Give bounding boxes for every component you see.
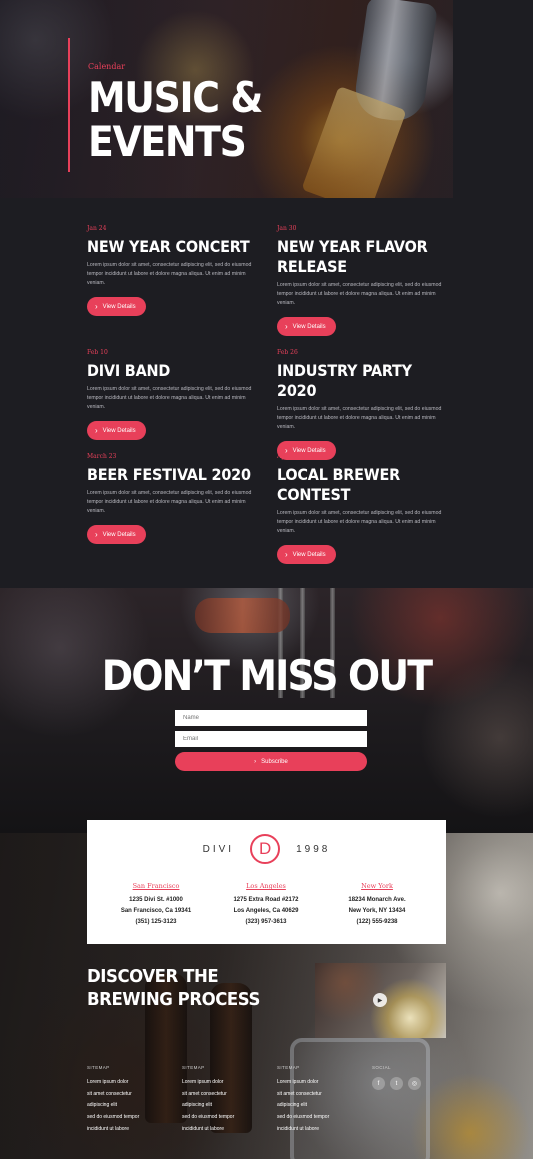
event-title: INDUSTRY PARTY 2020 bbox=[277, 361, 412, 400]
event-title: LOCAL BREWER CONTEST bbox=[277, 465, 401, 504]
event-description: Lorem ipsum dolor sit amet, consectetur … bbox=[87, 490, 252, 514]
footer-social-column: SOCIAL f t ◎ bbox=[372, 1065, 462, 1090]
subscribe-title: DON’T MISS OUT bbox=[101, 651, 433, 700]
brand-year: 1998 bbox=[296, 843, 331, 855]
chevron-right-icon: › bbox=[285, 549, 288, 559]
event-title: DIVI BAND bbox=[87, 361, 171, 380]
footer-heading: SOCIAL bbox=[372, 1065, 391, 1070]
brewing-video[interactable]: ▶ bbox=[315, 963, 446, 1038]
footer-link[interactable]: sed do eiusmod tempor bbox=[87, 1112, 177, 1124]
event-description: Lorem ipsum dolor sit amet, consectetur … bbox=[277, 510, 442, 534]
event-date: Feb 10 bbox=[87, 349, 108, 356]
divi-logo-icon: D bbox=[250, 834, 281, 864]
chevron-right-icon: › bbox=[254, 758, 257, 765]
instagram-icon[interactable]: ◎ bbox=[408, 1077, 421, 1090]
brand-name: DIVI bbox=[202, 843, 235, 855]
event-card: April 2 LOCAL BREWER CONTEST Lorem ipsum… bbox=[277, 453, 447, 564]
hero-eyebrow: Calendar bbox=[88, 62, 126, 71]
view-details-button[interactable]: › View Details bbox=[277, 317, 336, 336]
chevron-right-icon: › bbox=[285, 321, 288, 331]
beer-tap-image bbox=[195, 598, 290, 633]
event-title: NEW YEAR FLAVOR RELEASE bbox=[277, 237, 428, 276]
brand-header: DIVI D 1998 bbox=[87, 834, 446, 864]
footer-link[interactable]: sit amet consectetur bbox=[87, 1089, 177, 1101]
location-block: New York 18234 Monarch Ave. New York, NY… bbox=[317, 882, 437, 925]
event-card: Feb 26 INDUSTRY PARTY 2020 Lorem ipsum d… bbox=[277, 349, 447, 460]
location-street: 18234 Monarch Ave. bbox=[348, 897, 406, 903]
footer-link[interactable]: sit amet consectetur bbox=[277, 1089, 367, 1101]
email-field[interactable] bbox=[175, 731, 367, 747]
footer-link[interactable]: incididunt ut labore bbox=[182, 1124, 272, 1136]
page-title: MUSIC & EVENTS bbox=[88, 73, 263, 166]
location-phone: (122) 555-9238 bbox=[356, 919, 398, 925]
hero-accent-line bbox=[68, 38, 70, 172]
twitter-icon[interactable]: t bbox=[390, 1077, 403, 1090]
chevron-right-icon: › bbox=[95, 529, 98, 539]
event-description: Lorem ipsum dolor sit amet, consectetur … bbox=[87, 262, 252, 286]
footer-link[interactable]: Lorem ipsum dolor bbox=[182, 1077, 272, 1089]
event-description: Lorem ipsum dolor sit amet, consectetur … bbox=[277, 282, 442, 306]
social-icons: f t ◎ bbox=[372, 1077, 462, 1090]
footer-link[interactable]: adipiscing elit bbox=[182, 1100, 272, 1112]
event-date: April 2 bbox=[277, 453, 298, 460]
event-card: Jan 24 NEW YEAR CONCERT Lorem ipsum dolo… bbox=[87, 225, 257, 316]
footer-link[interactable]: adipiscing elit bbox=[87, 1100, 177, 1112]
event-description: Lorem ipsum dolor sit amet, consectetur … bbox=[277, 406, 442, 430]
location-region: Los Angeles, Ca 40629 bbox=[233, 908, 299, 914]
footer-link[interactable]: sed do eiusmod tempor bbox=[277, 1112, 367, 1124]
footer-column: SITEMAP Lorem ipsum dolor sit amet conse… bbox=[87, 1065, 177, 1136]
footer-heading: SITEMAP bbox=[277, 1065, 300, 1070]
event-card: March 23 BEER FESTIVAL 2020 Lorem ipsum … bbox=[87, 453, 257, 544]
event-title: NEW YEAR CONCERT bbox=[87, 237, 250, 256]
event-date: Feb 26 bbox=[277, 349, 298, 356]
events-section: Jan 24 NEW YEAR CONCERT Lorem ipsum dolo… bbox=[0, 198, 533, 588]
footer-link[interactable]: Lorem ipsum dolor bbox=[87, 1077, 177, 1089]
location-phone: (351) 125-3123 bbox=[135, 919, 177, 925]
footer-link[interactable]: incididunt ut labore bbox=[277, 1124, 367, 1136]
location-block: Los Angeles 1275 Extra Road #2172 Los An… bbox=[206, 882, 326, 925]
footer-link[interactable]: sit amet consectetur bbox=[182, 1089, 272, 1101]
event-card: Feb 10 DIVI BAND Lorem ipsum dolor sit a… bbox=[87, 349, 257, 440]
location-region: New York, NY 13434 bbox=[348, 908, 406, 914]
location-city-link[interactable]: San Francisco bbox=[96, 882, 216, 890]
footer-column: SITEMAP Lorem ipsum dolor sit amet conse… bbox=[182, 1065, 272, 1136]
event-date: March 23 bbox=[87, 453, 117, 460]
footer-link[interactable]: Lorem ipsum dolor bbox=[277, 1077, 367, 1089]
view-details-button[interactable]: › View Details bbox=[277, 545, 336, 564]
view-details-button[interactable]: › View Details bbox=[87, 421, 146, 440]
discover-title: DISCOVER THE BREWING PROCESS bbox=[87, 966, 260, 1010]
event-description: Lorem ipsum dolor sit amet, consectetur … bbox=[87, 386, 252, 410]
location-region: San Francisco, Ca 19341 bbox=[120, 908, 192, 914]
view-details-button[interactable]: › View Details bbox=[87, 297, 146, 316]
facebook-icon[interactable]: f bbox=[372, 1077, 385, 1090]
chevron-right-icon: › bbox=[95, 301, 98, 311]
event-date: Jan 24 bbox=[87, 225, 107, 232]
event-date: Jan 30 bbox=[277, 225, 297, 232]
play-icon[interactable]: ▶ bbox=[373, 993, 387, 1007]
brand-card: DIVI D 1998 San Francisco 1235 Divi St. … bbox=[87, 820, 446, 944]
event-card: Jan 30 NEW YEAR FLAVOR RELEASE Lorem ips… bbox=[277, 225, 447, 336]
footer-heading: SITEMAP bbox=[87, 1065, 110, 1070]
location-city-link[interactable]: Los Angeles bbox=[206, 882, 326, 890]
location-phone: (323) 957-3613 bbox=[245, 919, 287, 925]
subscribe-button[interactable]: › Subscribe bbox=[175, 752, 367, 771]
location-city-link[interactable]: New York bbox=[317, 882, 437, 890]
footer-column: SITEMAP Lorem ipsum dolor sit amet conse… bbox=[277, 1065, 367, 1136]
name-field[interactable] bbox=[175, 710, 367, 726]
location-block: San Francisco 1235 Divi St. #1000 San Fr… bbox=[96, 882, 216, 925]
location-street: 1235 Divi St. #1000 bbox=[129, 897, 183, 903]
footer-link[interactable]: sed do eiusmod tempor bbox=[182, 1112, 272, 1124]
view-details-button[interactable]: › View Details bbox=[87, 525, 146, 544]
chevron-right-icon: › bbox=[95, 425, 98, 435]
footer-link[interactable]: adipiscing elit bbox=[277, 1100, 367, 1112]
footer-link[interactable]: incididunt ut labore bbox=[87, 1124, 177, 1136]
footer-heading: SITEMAP bbox=[182, 1065, 205, 1070]
location-street: 1275 Extra Road #2172 bbox=[233, 897, 299, 903]
event-title: BEER FESTIVAL 2020 bbox=[87, 465, 251, 484]
